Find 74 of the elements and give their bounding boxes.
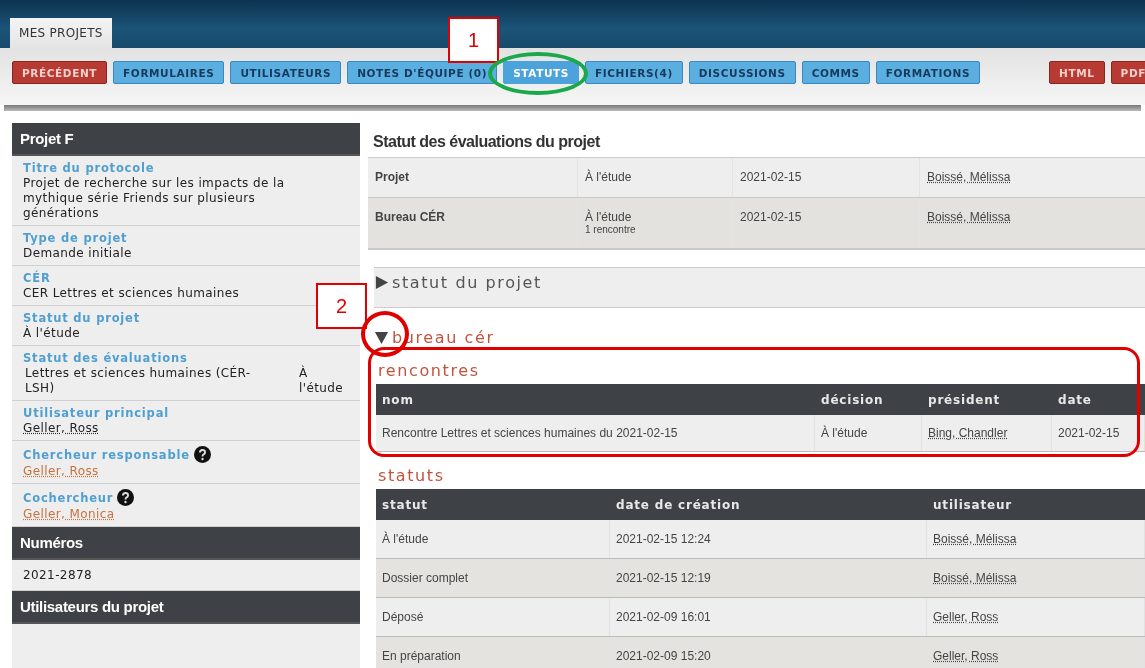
field-label: Utilisateur principal bbox=[23, 406, 169, 420]
table-cell: À l'étude bbox=[382, 532, 429, 546]
person-link[interactable]: Geller, Ross bbox=[23, 421, 99, 435]
person-link[interactable]: Geller, Monica bbox=[23, 507, 115, 521]
table-cell-text: À l'étude bbox=[585, 210, 633, 224]
user-link[interactable]: Bing, Chandler bbox=[928, 426, 1008, 440]
help-icon[interactable] bbox=[117, 489, 135, 506]
user-link[interactable]: Boissé, Mélissa bbox=[933, 532, 1017, 546]
toolbar-button[interactable]: NOTES D'ÉQUIPE (0) bbox=[347, 61, 498, 84]
field-label: Statut du projet bbox=[23, 311, 140, 325]
table-cell: 2021-02-09 15:20 bbox=[616, 649, 711, 663]
subsection-title: statuts bbox=[378, 466, 446, 485]
field-value: Projet de recherche sur les impacts de la mythique série Friends sur plusieurs générations bbox=[23, 176, 286, 221]
column-header: date bbox=[1057, 392, 1093, 407]
table-cell: 2021-02-09 16:01 bbox=[616, 610, 711, 624]
toolbar-button[interactable]: FICHIERS(4) bbox=[585, 61, 683, 84]
field-label: Cochercheur bbox=[23, 490, 114, 505]
table-cell: En préparation bbox=[382, 649, 461, 663]
toolbar-button[interactable]: DISCUSSIONS bbox=[688, 61, 796, 84]
field-value: À l'étude bbox=[299, 366, 345, 396]
user-link[interactable]: Boissé, Mélissa bbox=[927, 210, 1138, 224]
user-link[interactable]: Boissé, Mélissa bbox=[933, 571, 1017, 585]
table-cell: Déposé bbox=[382, 610, 424, 624]
subsection-title: rencontres bbox=[378, 361, 481, 380]
toolbar-button[interactable]: HTML bbox=[1049, 61, 1105, 84]
toolbar-button[interactable]: PDF bbox=[1110, 61, 1145, 84]
column-header: président bbox=[927, 392, 1002, 407]
table-cell: À l'étude bbox=[821, 426, 868, 440]
toolbar-button[interactable]: FORMATIONS bbox=[875, 61, 981, 84]
annotation-number: 2 bbox=[316, 283, 367, 329]
toolbar-button[interactable]: UTILISATEURS bbox=[230, 61, 342, 84]
table-cell: Dossier complet bbox=[382, 571, 469, 585]
field-label: Type de projet bbox=[23, 231, 128, 245]
field-label: Titre du protocole bbox=[23, 161, 155, 175]
column-header: date de création bbox=[615, 497, 742, 512]
table-cell-text: À l'étude bbox=[585, 170, 633, 184]
column-header: utilisateur bbox=[932, 497, 1013, 512]
table-cell: 2021-02-15 bbox=[1058, 426, 1120, 440]
field-value: À l'étude bbox=[23, 326, 81, 341]
field-label: Chercheur responsable bbox=[23, 447, 190, 462]
field-value: 2021-2878 bbox=[23, 568, 92, 582]
toolbar-button[interactable]: FORMULAIRES bbox=[113, 61, 225, 84]
sidebar-header: Numéros bbox=[12, 527, 360, 560]
table-cell-text: Projet bbox=[375, 170, 410, 184]
table-cell: 2021-02-15 12:19 bbox=[616, 571, 711, 585]
field-label: Statut des évaluations bbox=[23, 351, 188, 365]
top-tab[interactable]: MES PROJETS bbox=[10, 18, 112, 48]
toolbar-button[interactable]: PRÉCÉDENT bbox=[12, 61, 108, 84]
column-header: statut bbox=[381, 497, 429, 512]
field-label: CÉR bbox=[23, 271, 51, 285]
triangle-right-icon bbox=[374, 275, 389, 290]
help-icon[interactable] bbox=[193, 446, 211, 463]
triangle-down-icon bbox=[374, 330, 389, 345]
sidebar-header: Utilisateurs du projet bbox=[12, 591, 360, 624]
field-value: CER Lettres et sciences humaines bbox=[23, 286, 241, 301]
field-value: Demande initiale bbox=[23, 246, 133, 261]
table-cell-text: 2021-02-15 bbox=[740, 170, 803, 184]
sidebar-header: Projet F bbox=[12, 123, 360, 156]
annotation-number: 1 bbox=[448, 17, 499, 63]
section-title: Statut des évaluations du projet bbox=[372, 132, 601, 152]
toolbar-button[interactable]: STATUTS bbox=[503, 61, 579, 84]
column-header: décision bbox=[820, 392, 885, 407]
table-cell-note: 1 rencontre bbox=[585, 224, 637, 235]
table-cell: 2021-02-15 12:24 bbox=[616, 532, 711, 546]
table-cell: Rencontre Lettres et sciences humaines du 2021-02-15 bbox=[382, 426, 678, 440]
user-link[interactable]: Geller, Ross bbox=[933, 649, 999, 663]
toolbar-button[interactable]: COMMS bbox=[801, 61, 870, 84]
person-link[interactable]: Geller, Ross bbox=[23, 464, 99, 478]
table-cell-text: Bureau CÉR bbox=[375, 210, 446, 224]
user-link[interactable]: Geller, Ross bbox=[933, 610, 999, 624]
field-value: Lettres et sciences humaines (CÉR-LSH) bbox=[25, 366, 252, 396]
table-cell-text: 2021-02-15 bbox=[740, 210, 803, 224]
column-header: nom bbox=[381, 392, 415, 407]
user-link[interactable]: Boissé, Mélissa bbox=[927, 170, 1138, 184]
